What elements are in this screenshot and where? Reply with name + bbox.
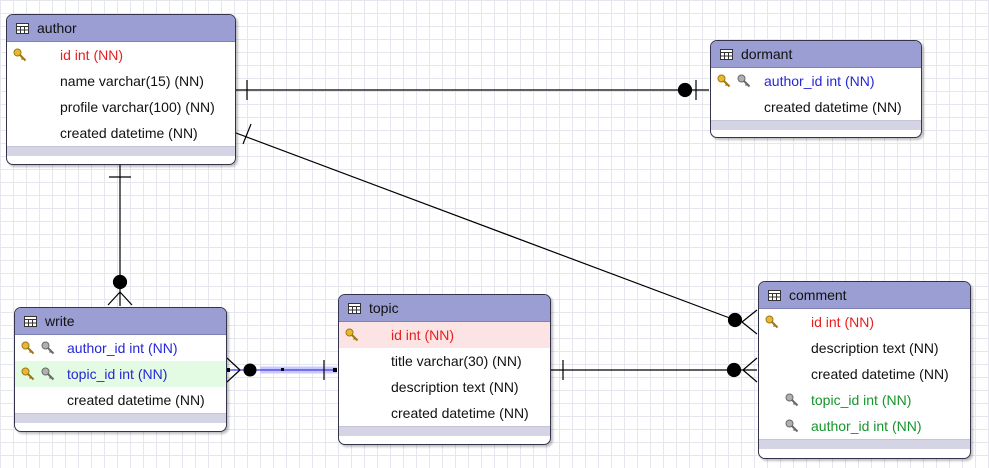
table-dormant-header[interactable]: dormant (711, 41, 921, 68)
primary-key-icon (13, 48, 27, 62)
foreign-key-icon (41, 367, 55, 381)
table-footer (339, 426, 550, 436)
column-row-selected[interactable]: topic_id int (NN) (15, 361, 226, 387)
column-row[interactable]: description text (NN) (759, 335, 970, 361)
column-name: created datetime (NN) (764, 99, 902, 115)
foreign-key-icon (737, 74, 751, 88)
column-name: id int (NN) (60, 47, 124, 63)
table-comment-header[interactable]: comment (759, 282, 970, 309)
table-author[interactable]: author id int (NN) name varchar(15) (NN)… (6, 14, 236, 165)
table-icon (720, 48, 733, 60)
table-author-title: author (37, 20, 77, 36)
column-row[interactable]: author_id int (NN) (759, 413, 970, 439)
table-topic[interactable]: topic id int (NN) title varchar(30) (NN)… (338, 294, 551, 445)
column-row[interactable]: author_id int (NN) (15, 335, 226, 361)
column-row[interactable]: created datetime (NN) (339, 400, 550, 426)
column-name: created datetime (NN) (391, 405, 529, 421)
column-name: id int (NN) (391, 327, 455, 343)
column-name: created datetime (NN) (60, 125, 198, 141)
primary-key-icon (21, 367, 35, 381)
foreign-key-icon (41, 341, 55, 355)
column-name: topic_id int (NN) (811, 392, 912, 408)
column-name: topic_id int (NN) (67, 366, 168, 382)
table-footer (15, 413, 226, 423)
table-footer (7, 146, 235, 156)
column-row[interactable]: created datetime (NN) (7, 120, 235, 146)
table-dormant[interactable]: dormant author_id int (NN) created datet… (710, 40, 922, 138)
table-icon (16, 22, 29, 34)
table-icon (768, 289, 781, 301)
column-name: description text (NN) (391, 379, 519, 395)
column-name: created datetime (NN) (811, 366, 949, 382)
table-write-title: write (45, 313, 75, 329)
relation-author-dormant[interactable] (236, 80, 709, 100)
column-name: name varchar(15) (NN) (60, 73, 204, 89)
primary-key-icon (765, 315, 779, 329)
column-row[interactable]: title varchar(30) (NN) (339, 348, 550, 374)
column-row[interactable]: created datetime (NN) (759, 361, 970, 387)
column-row[interactable]: id int (NN) (7, 42, 235, 68)
column-name: description text (NN) (811, 340, 939, 356)
column-name: profile varchar(100) (NN) (60, 99, 215, 115)
column-name: author_id int (NN) (811, 418, 922, 434)
primary-key-icon (345, 328, 359, 342)
table-write-header[interactable]: write (15, 308, 226, 335)
column-name: author_id int (NN) (67, 340, 178, 356)
table-author-header[interactable]: author (7, 15, 235, 42)
table-topic-title: topic (369, 300, 399, 316)
column-row[interactable]: created datetime (NN) (711, 94, 921, 120)
relation-author-write[interactable] (107, 164, 133, 306)
table-icon (24, 315, 37, 327)
table-footer (759, 439, 970, 449)
column-row[interactable]: description text (NN) (339, 374, 550, 400)
foreign-key-icon (785, 419, 799, 433)
column-row[interactable]: topic_id int (NN) (759, 387, 970, 413)
table-dormant-title: dormant (741, 46, 793, 62)
primary-key-icon (21, 341, 35, 355)
relation-topic-comment[interactable] (550, 357, 758, 383)
column-row[interactable]: id int (NN) (759, 309, 970, 335)
foreign-key-icon (785, 393, 799, 407)
table-comment-title: comment (789, 287, 847, 303)
column-row[interactable]: profile varchar(100) (NN) (7, 94, 235, 120)
column-row[interactable]: author_id int (NN) (711, 68, 921, 94)
column-row[interactable]: created datetime (NN) (15, 387, 226, 413)
table-write[interactable]: write author_id int (NN) topic_id int (N… (14, 307, 227, 432)
column-row-selected[interactable]: id int (NN) (339, 322, 550, 348)
primary-key-icon (717, 74, 731, 88)
column-name: title varchar(30) (NN) (391, 353, 522, 369)
table-footer (711, 120, 921, 130)
relation-topic-write[interactable] (226, 357, 337, 383)
table-comment[interactable]: comment id int (NN) description text (NN… (758, 281, 971, 459)
column-name: created datetime (NN) (67, 392, 205, 408)
column-name: id int (NN) (811, 314, 875, 330)
column-row[interactable]: name varchar(15) (NN) (7, 68, 235, 94)
table-icon (348, 302, 361, 314)
table-topic-header[interactable]: topic (339, 295, 550, 322)
column-name: author_id int (NN) (764, 73, 875, 89)
